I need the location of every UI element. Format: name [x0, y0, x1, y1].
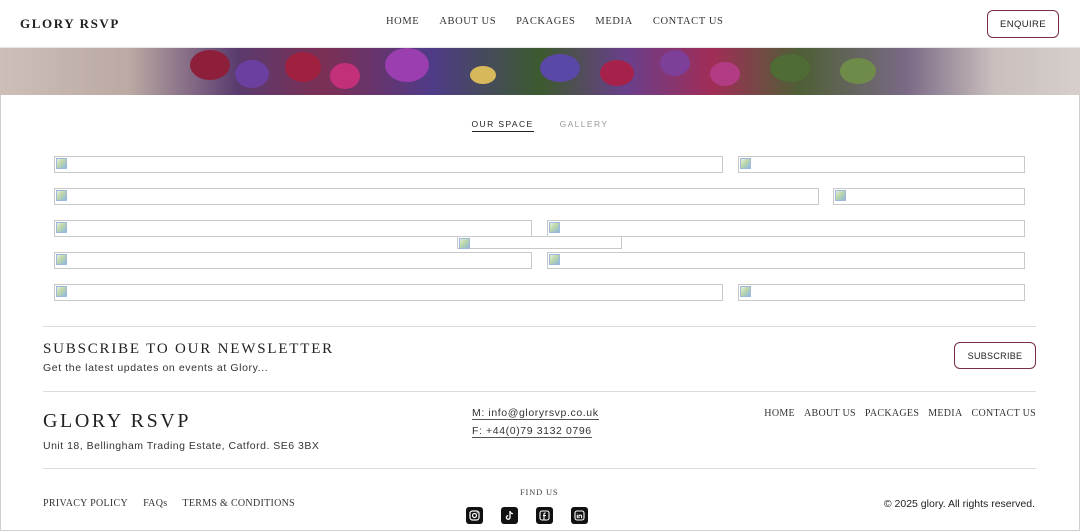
find-us-label: FIND US: [520, 487, 559, 497]
newsletter-subtitle: Get the latest updates on events at Glor…: [43, 362, 269, 374]
gallery-image[interactable]: [738, 156, 1025, 173]
gallery-image[interactable]: [54, 156, 723, 173]
footer-phone-link[interactable]: F: +44(0)79 3132 0796: [472, 425, 592, 438]
tiktok-icon[interactable]: [501, 507, 518, 524]
subscribe-button[interactable]: SUBSCRIBE: [954, 342, 1036, 369]
gallery-image[interactable]: [54, 252, 532, 269]
copyright-text: © 2025 glory. All rights reserved.: [883, 498, 1035, 510]
footer-nav-packages[interactable]: PACKAGES: [865, 408, 919, 419]
tab-gallery[interactable]: GALLERY: [560, 119, 609, 132]
gallery-image[interactable]: [54, 220, 532, 237]
footer-nav-media[interactable]: MEDIA: [928, 408, 962, 419]
footer-nav-home[interactable]: HOME: [764, 408, 795, 419]
enquire-button[interactable]: ENQUIRE: [987, 10, 1059, 38]
newsletter-title: SUBSCRIBE TO OUR NEWSLETTER: [43, 341, 334, 357]
nav-packages[interactable]: PACKAGES: [516, 16, 575, 27]
footer-nav-about-us[interactable]: ABOUT US: [804, 408, 856, 419]
main-nav: HOME ABOUT US PACKAGES MEDIA CONTACT US: [386, 16, 723, 27]
social-links: [466, 507, 588, 524]
nav-contact-us[interactable]: CONTACT US: [653, 16, 724, 27]
tab-our-space[interactable]: OUR SPACE: [471, 119, 534, 132]
brand-logo[interactable]: GLORY RSVP: [20, 16, 120, 32]
linkedin-icon[interactable]: [571, 507, 588, 524]
space-tabs: OUR SPACE GALLERY: [0, 119, 1080, 132]
nav-home[interactable]: HOME: [386, 16, 419, 27]
gallery-image[interactable]: [547, 220, 1025, 237]
footer-email-link[interactable]: M: info@gloryrsvp.co.uk: [472, 407, 599, 420]
divider: [43, 468, 1036, 469]
divider: [43, 391, 1036, 392]
legal-links: PRIVACY POLICY FAQs TERMS & CONDITIONS: [43, 498, 295, 509]
faqs-link[interactable]: FAQs: [143, 498, 167, 509]
gallery-image[interactable]: [54, 188, 819, 205]
gallery-image[interactable]: [547, 252, 1025, 269]
nav-about-us[interactable]: ABOUT US: [439, 16, 496, 27]
instagram-icon[interactable]: [466, 507, 483, 524]
privacy-policy-link[interactable]: PRIVACY POLICY: [43, 498, 128, 509]
facebook-icon[interactable]: [536, 507, 553, 524]
site-header: GLORY RSVP HOME ABOUT US PACKAGES MEDIA …: [0, 0, 1080, 48]
nav-media[interactable]: MEDIA: [595, 16, 632, 27]
terms-link[interactable]: TERMS & CONDITIONS: [182, 498, 295, 509]
footer-nav-contact-us[interactable]: CONTACT US: [971, 408, 1036, 419]
hero-banner-image: [0, 48, 1080, 95]
footer-address: Unit 18, Bellingham Trading Estate, Catf…: [43, 440, 320, 452]
gallery-image[interactable]: [738, 284, 1025, 301]
gallery-image[interactable]: [457, 236, 622, 249]
footer-brand: GLORY RSVP: [43, 410, 192, 432]
divider: [43, 326, 1036, 327]
gallery-image[interactable]: [833, 188, 1025, 205]
footer-nav: HOME ABOUT US PACKAGES MEDIA CONTACT US: [764, 408, 1036, 419]
gallery-image[interactable]: [54, 284, 723, 301]
